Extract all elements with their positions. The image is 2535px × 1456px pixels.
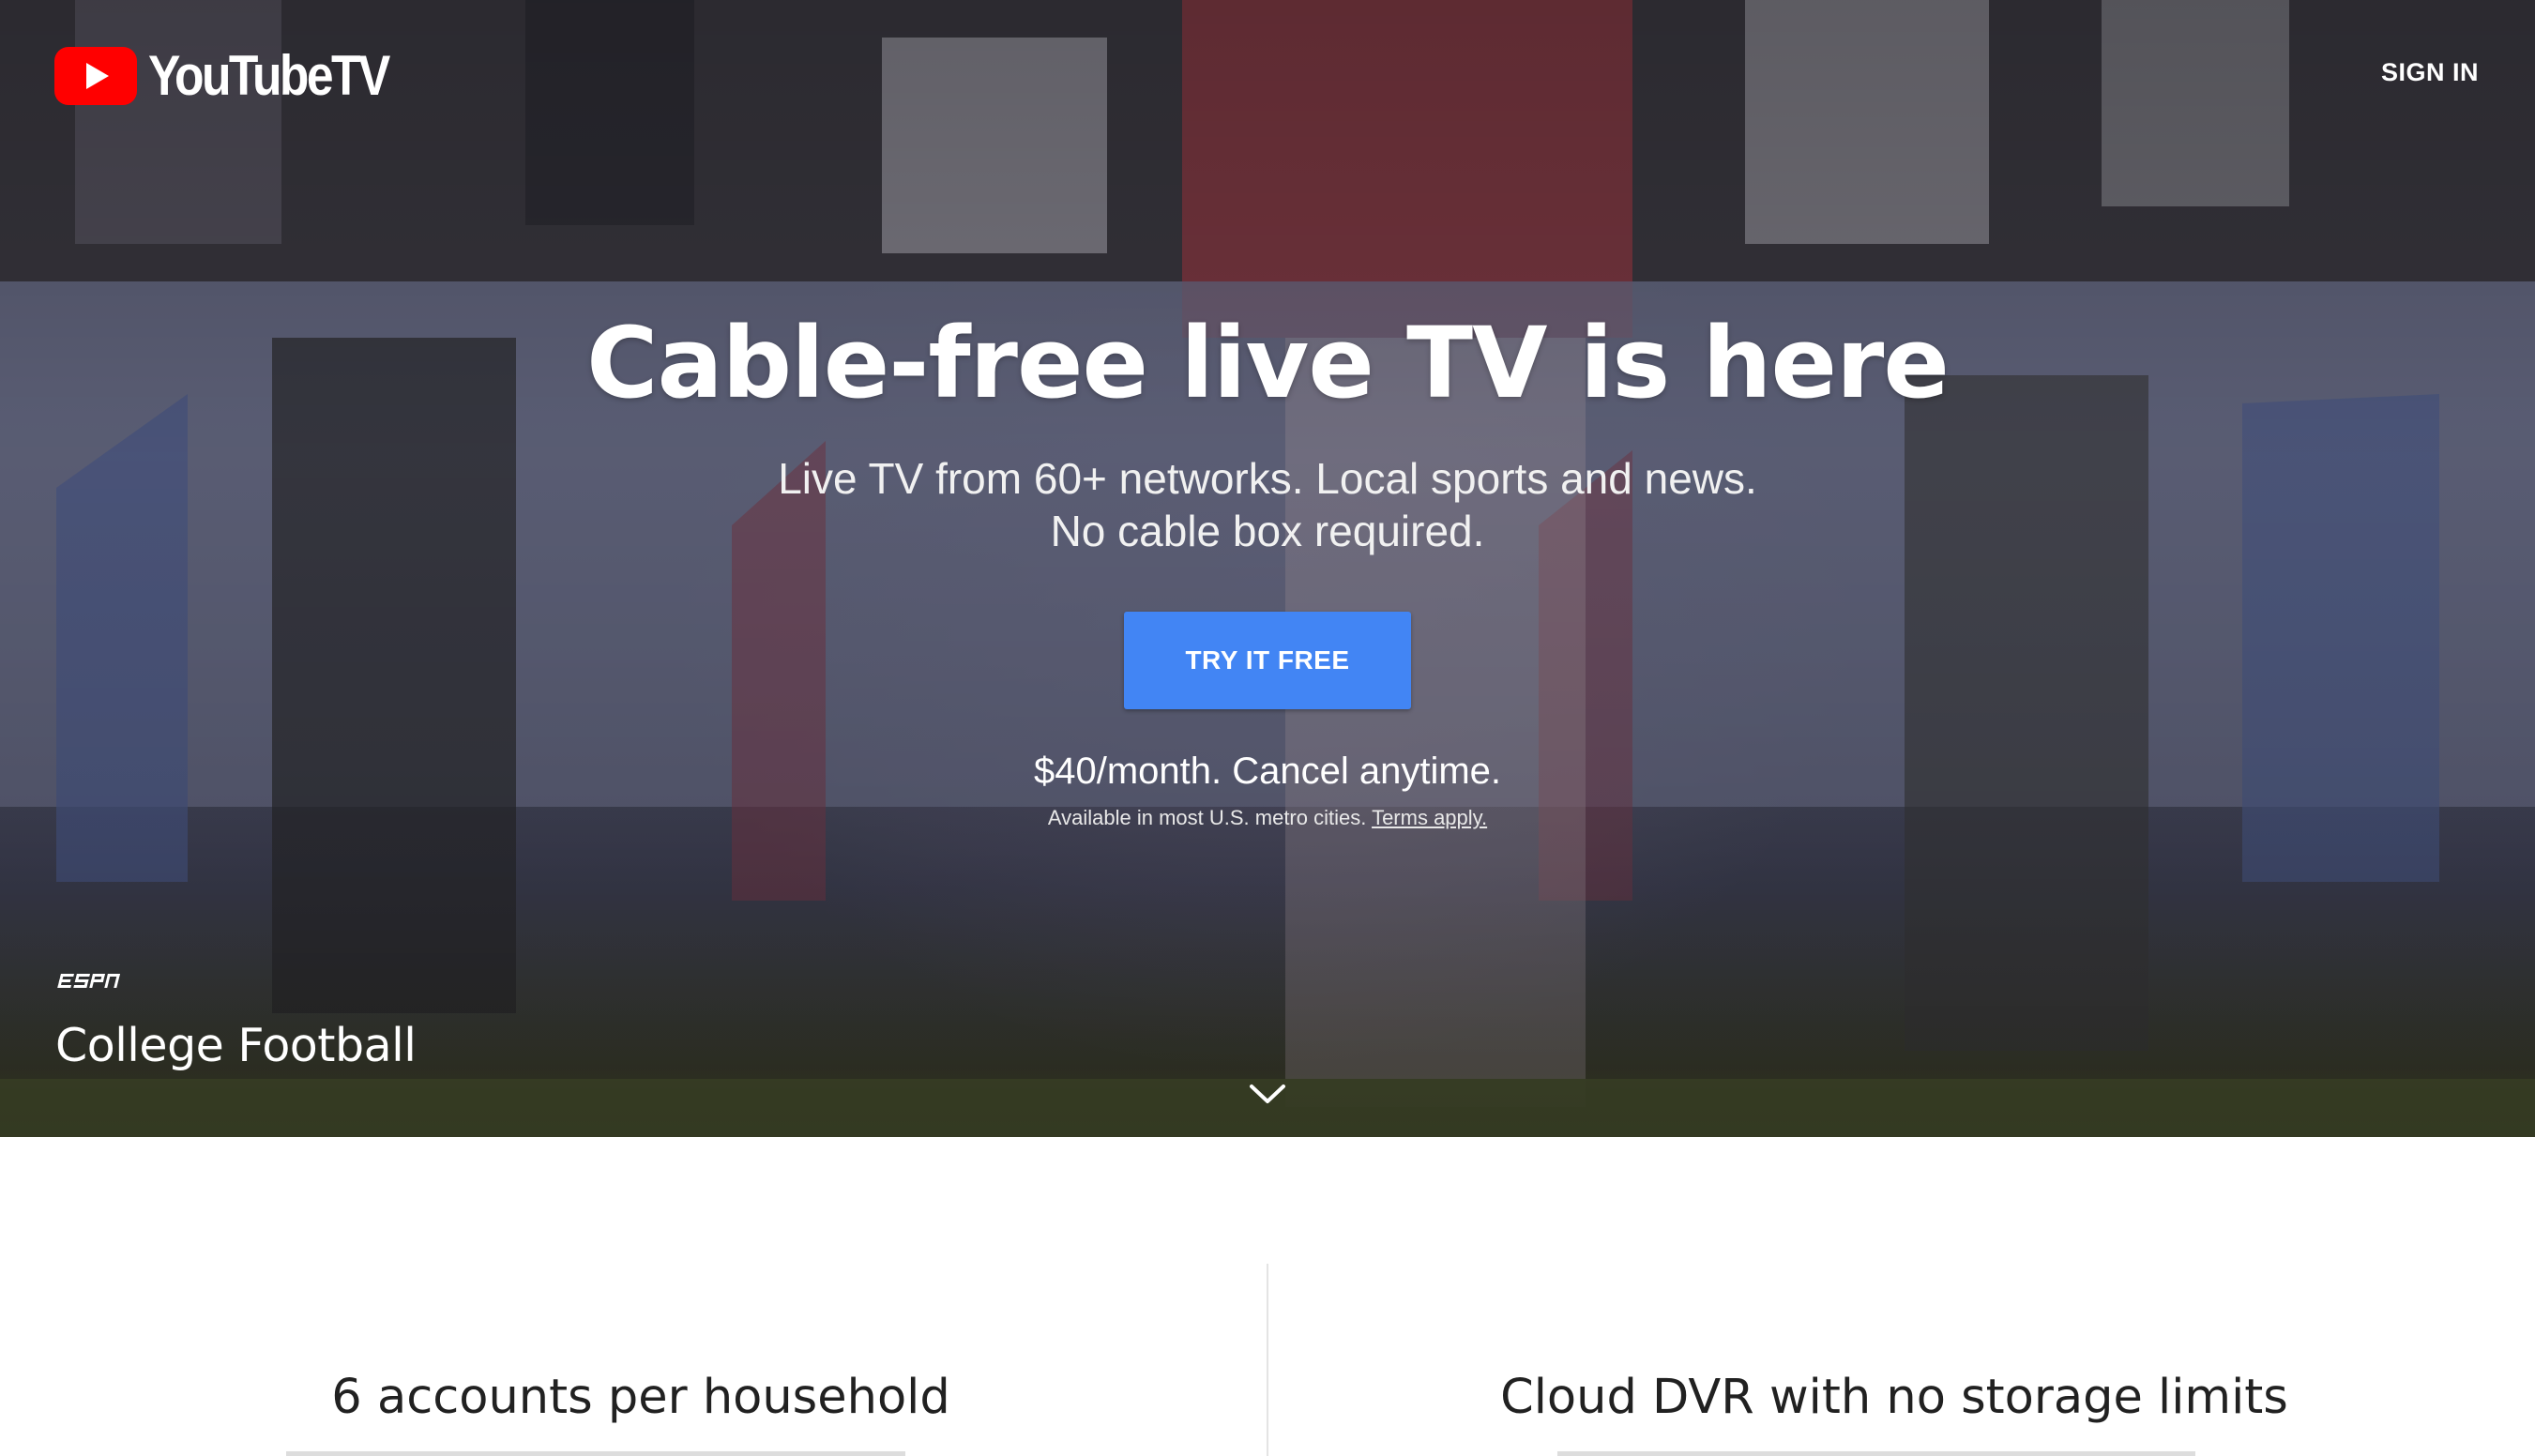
features-section: 6 accounts per household Cloud DVR with … — [0, 1137, 2535, 1456]
hero-subheadline-line1: Live TV from 60+ networks. Local sports … — [778, 454, 1757, 503]
try-it-free-button[interactable]: TRY IT FREE — [1124, 612, 1411, 709]
hero-dim-overlay — [0, 0, 2535, 1137]
logo-wordmark: YouTubeTV — [148, 44, 390, 107]
feature-description-cutoff-right — [1557, 1451, 2195, 1456]
availability-text: Available in most U.S. metro cities. — [1047, 806, 1367, 829]
hero-subheadline-line2: No cable box required. — [1050, 507, 1485, 555]
feature-title-dvr: Cloud DVR with no storage limits — [1500, 1370, 2288, 1425]
price-text: $40/month. Cancel anytime. — [1033, 751, 1502, 792]
hero-section: YouTubeTV SIGN IN Cable-free live TV is … — [0, 0, 2535, 1137]
youtube-tv-logo[interactable]: YouTubeTV — [54, 45, 427, 107]
terms-apply-link[interactable]: Terms apply. — [1372, 806, 1487, 829]
feature-description-cutoff-left — [286, 1451, 905, 1456]
feature-divider — [1267, 1264, 1268, 1456]
hero-headline: Cable-free live TV is here — [586, 306, 1950, 420]
program-title: College Football — [55, 1019, 417, 1072]
chevron-down-icon[interactable] — [1248, 1081, 1287, 1107]
espn-logo-icon — [57, 974, 121, 988]
youtube-play-icon — [54, 47, 137, 105]
availability-note: Available in most U.S. metro cities. Ter… — [0, 808, 2535, 828]
sign-in-link[interactable]: SIGN IN — [2381, 58, 2479, 87]
feature-title-accounts: 6 accounts per household — [331, 1370, 950, 1425]
page: YouTubeTV SIGN IN Cable-free live TV is … — [0, 0, 2535, 1456]
